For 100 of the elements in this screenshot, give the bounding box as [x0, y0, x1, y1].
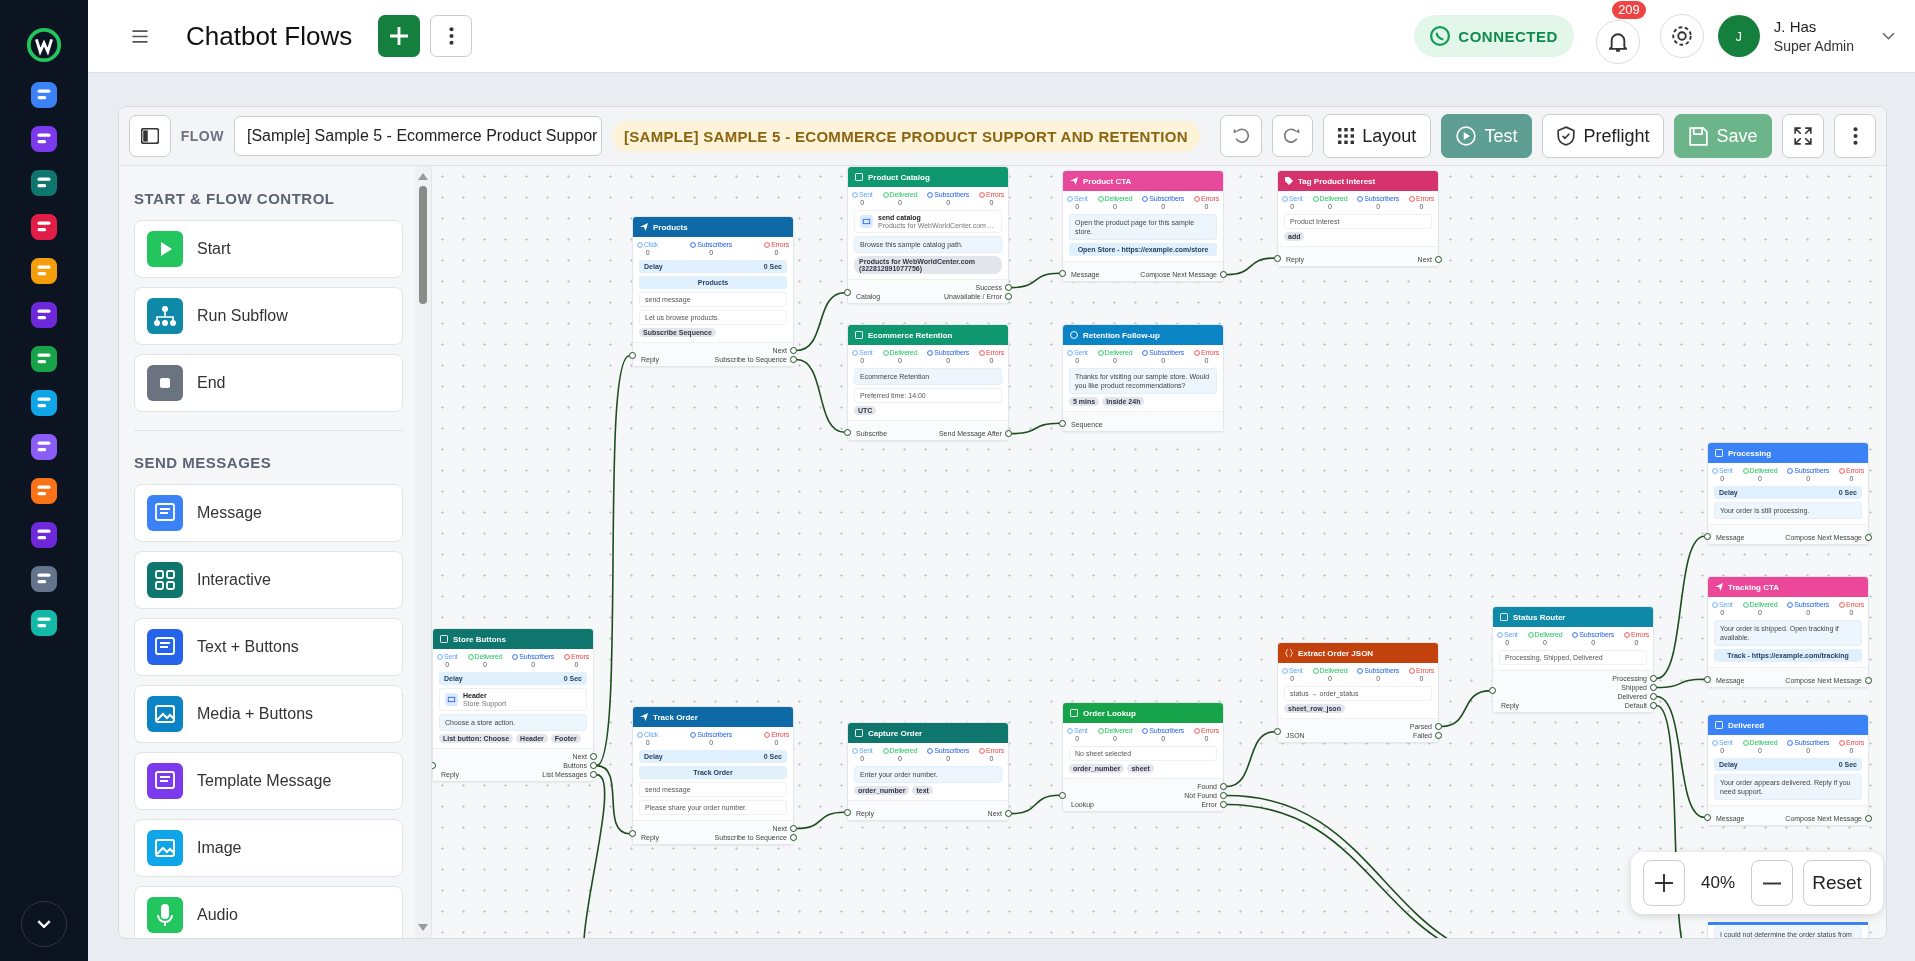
fullscreen-button[interactable] [1782, 114, 1825, 158]
sidebar-toggle-button[interactable] [129, 115, 171, 157]
palette-item[interactable]: Media + Buttons [134, 685, 403, 743]
settings-button[interactable] [1659, 14, 1704, 58]
node-title: Retention Follow-up [1083, 330, 1160, 340]
palette-item[interactable]: Run Subflow [134, 287, 403, 345]
user-role: Super Admin [1773, 38, 1854, 54]
input-port[interactable] [629, 830, 636, 838]
zoom-out-button[interactable] [1751, 860, 1793, 906]
node-title: Tracking CTA [1728, 582, 1779, 592]
output-port[interactable] [1865, 534, 1872, 542]
settings-icon [1671, 26, 1692, 46]
zoom-in-button[interactable] [1642, 860, 1685, 906]
connector-line [1225, 257, 1276, 276]
input-port[interactable] [1274, 254, 1281, 262]
connector-line [1010, 794, 1061, 815]
bell-icon [1608, 32, 1627, 52]
input-port[interactable] [844, 428, 851, 436]
media-icon [445, 693, 458, 706]
redo-icon [1284, 128, 1301, 144]
input-port[interactable] [1274, 728, 1281, 736]
menu-icon[interactable] [132, 29, 148, 43]
scrollbar[interactable] [415, 166, 431, 938]
flow-title-badge: [SAMPLE] SAMPLE 5 - ECOMMERCE PRODUCT SUPPORT AND RETENTION [611, 120, 1200, 152]
palette-item[interactable]: Start [134, 220, 403, 278]
input-port[interactable] [1059, 269, 1066, 277]
output-port[interactable] [1220, 271, 1227, 279]
send-icon [1070, 177, 1078, 185]
input-port[interactable] [1704, 813, 1711, 821]
more-icon [1852, 127, 1858, 145]
layout-button[interactable]: Layout [1323, 114, 1432, 158]
output-port[interactable] [1005, 810, 1012, 818]
flow-label: FLOW [180, 128, 224, 144]
palette-item[interactable]: Image [134, 819, 403, 877]
braces-icon [1285, 649, 1293, 657]
output-port[interactable] [1865, 815, 1872, 823]
clock-icon [1070, 331, 1078, 339]
preflight-button[interactable]: Preflight [1542, 114, 1665, 158]
plus-icon [390, 27, 409, 45]
chevron-down-icon[interactable] [1882, 32, 1895, 40]
node-title: Ecommerce Retention [868, 330, 953, 340]
user-name: J. Has [1773, 18, 1818, 35]
palette-item[interactable]: Message [134, 484, 403, 542]
tag-icon [1285, 177, 1293, 185]
more-icon [448, 27, 454, 45]
notifications-button[interactable] [1595, 20, 1640, 64]
input-port[interactable] [629, 352, 636, 360]
input-port[interactable] [1704, 532, 1711, 540]
message-block-icon [147, 495, 183, 531]
output-port[interactable] [1005, 430, 1012, 438]
sidebar-icon [140, 128, 159, 144]
connector-line [1010, 272, 1061, 289]
node-title: Capture Order [868, 728, 923, 738]
send-icon [1715, 583, 1723, 591]
add-button[interactable] [378, 15, 421, 57]
textbuttons-block-icon [147, 629, 183, 665]
reset-button[interactable]: Reset [1803, 860, 1871, 906]
output-port[interactable] [1435, 256, 1442, 263]
palette-item[interactable]: Interactive [134, 551, 403, 609]
image-block-icon [147, 830, 183, 866]
node-title: Tag Product Interest [1298, 176, 1376, 186]
subflow-block-icon [147, 298, 183, 334]
scroll-thumb[interactable] [419, 186, 427, 304]
undo-button[interactable] [1219, 115, 1262, 157]
chevron-down-icon [37, 920, 51, 928]
send-icon [640, 223, 648, 231]
connector-line [795, 811, 846, 830]
node-title: Product Catalog [868, 172, 930, 182]
section-heading: SEND MESSAGES [134, 454, 273, 471]
plus-icon [1654, 874, 1673, 892]
node-title: Processing [1728, 448, 1772, 458]
palette-item[interactable]: End [134, 354, 403, 412]
input-port[interactable] [844, 289, 851, 297]
palette-item[interactable]: Text + Buttons [134, 618, 403, 676]
flow-node[interactable] [847, 166, 1009, 305]
logo-icon[interactable] [25, 26, 63, 64]
node-title: Store Buttons [453, 634, 506, 644]
play-icon [1456, 126, 1477, 146]
input-port[interactable] [1489, 687, 1496, 695]
palette-item[interactable]: Template Message [134, 752, 403, 810]
play-block-icon [147, 231, 183, 267]
palette-item[interactable]: Audio [134, 886, 403, 938]
connector-line [795, 291, 846, 352]
input-port[interactable] [1059, 791, 1066, 799]
page-title: Chatbot Flows [186, 20, 353, 52]
input-port[interactable] [844, 808, 851, 816]
input-port[interactable] [1059, 419, 1066, 427]
template-block-icon [147, 763, 183, 799]
save-icon [1689, 126, 1709, 146]
audio-block-icon [147, 897, 183, 933]
flow-name-field[interactable]: [Sample] Sample 5 - Ecommerce Product Suppor [234, 116, 602, 156]
shield-check-icon [1557, 126, 1576, 146]
user-avatar[interactable]: J [1717, 15, 1760, 57]
node-title: Products [653, 222, 688, 232]
node-title: Track Order [653, 712, 698, 722]
redo-button[interactable] [1271, 115, 1314, 157]
zoom-level: 40% [1699, 873, 1736, 893]
output-port[interactable] [1865, 677, 1872, 685]
stop-block-icon [147, 365, 183, 401]
input-port[interactable] [1704, 675, 1711, 683]
